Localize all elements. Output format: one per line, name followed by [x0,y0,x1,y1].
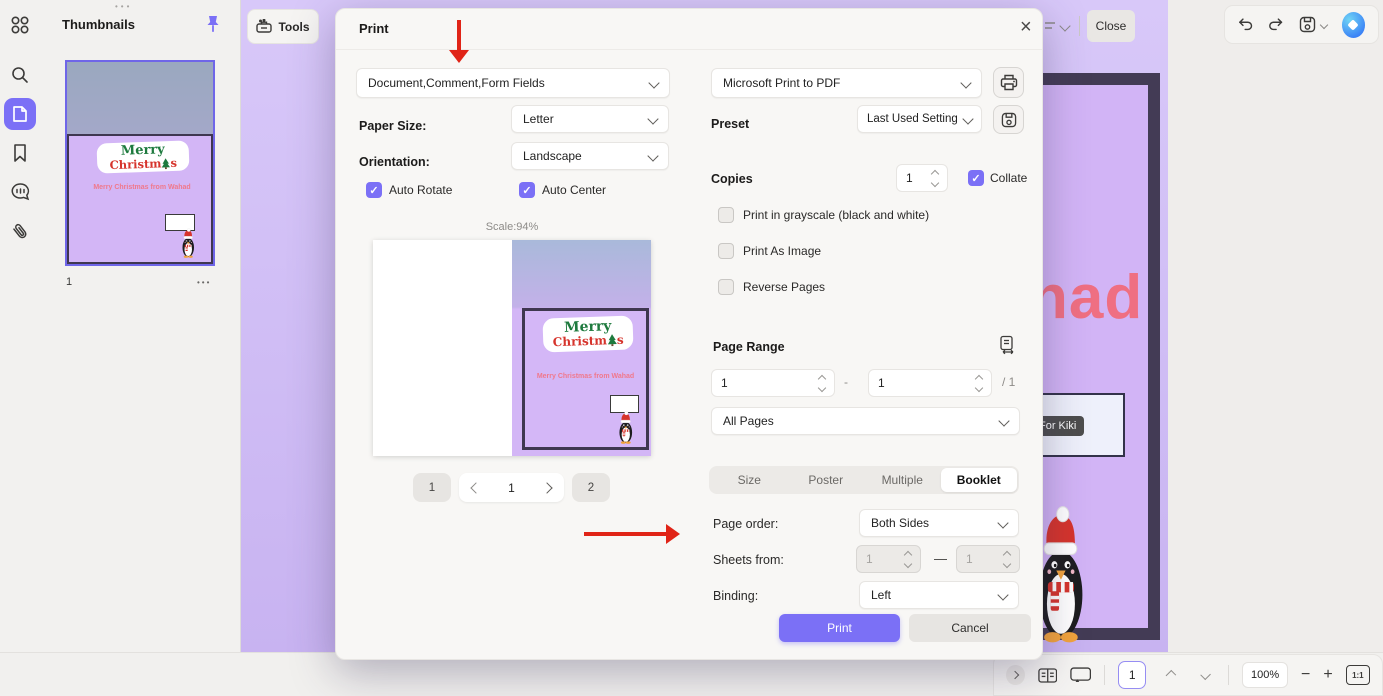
previous-page-icon[interactable] [1165,670,1176,681]
chevron-down-icon [962,113,973,124]
chevron-down-icon [647,150,658,161]
thumbnail-card: Merry Christms Merry Christmas from Waha… [67,134,213,264]
undo-icon[interactable] [1238,17,1253,32]
auto-center-label: Auto Center [542,183,606,197]
search-icon[interactable] [8,63,32,87]
apps-grid-icon[interactable] [8,13,32,37]
reverse-pages-checkbox[interactable] [718,279,734,295]
bottom-right-toolbar: 1 100% − + 1:1 [993,654,1383,696]
thumbnail-greeting: Merry Christmas from Wahad [69,184,215,191]
zoom-level-display[interactable]: 100% [1242,662,1288,688]
annotation-box-page-range [702,329,1041,658]
ai-assistant-icon[interactable] [1342,12,1365,38]
preview-greeting: Merry Christmas from Wahad [525,373,646,380]
pin-icon[interactable] [203,14,223,34]
preview-pager: 1 [459,473,564,502]
app-window: had For Kiki [0,0,1383,696]
thumbnail-penguin [177,228,199,258]
close-view-button[interactable]: Close [1087,10,1135,42]
card-greeting-clipped: had [1030,262,1143,333]
paper-size-label: Paper Size: [359,119,426,133]
preview-card-image: Merry Christms Merry Christmas from Waha… [512,240,651,456]
auto-center-checkbox[interactable]: ✓ [519,182,535,198]
top-right-toolbar [1224,5,1379,44]
copies-label: Copies [711,172,753,186]
page-thumbnails-icon[interactable] [4,98,36,130]
annotation-arrow-right-head [666,524,680,544]
thumbnail-sticker: Merry Christms [97,140,190,173]
presentation-icon[interactable] [1070,666,1091,684]
print-as-image-label: Print As Image [743,244,821,258]
pager-current-page: 1 [508,481,515,495]
reverse-pages-label: Reverse Pages [743,280,825,294]
preview-page-1-button[interactable]: 1 [413,473,451,502]
thumbnails-title: Thumbnails [62,17,135,32]
panel-drag-handle[interactable]: ••• [115,2,132,11]
thumbnail-page-number: 1 [66,276,72,288]
redo-icon[interactable] [1268,17,1283,32]
comments-icon[interactable] [8,180,32,204]
pager-previous-icon[interactable] [470,482,481,493]
partial-toolbar-icon[interactable] [1045,20,1057,32]
page-thumbnail[interactable]: Merry Christms Merry Christmas from Waha… [65,60,215,266]
zoom-in-button[interactable]: + [1323,666,1332,684]
preview-page-2-button[interactable]: 2 [572,473,610,502]
toolbox-icon [256,19,272,34]
bookmark-icon[interactable] [8,141,32,165]
grayscale-checkbox[interactable] [718,207,734,223]
print-preview: Merry Christms Merry Christmas from Waha… [373,240,651,456]
zoom-out-button[interactable]: − [1301,666,1310,684]
save-preset-button[interactable] [993,105,1024,134]
copies-spinner[interactable]: 1 [896,164,948,192]
chevron-down-icon [960,77,971,88]
grayscale-label: Print in grayscale (black and white) [743,208,929,222]
preset-select[interactable]: Last Used Setting [857,105,982,133]
dialog-title: Print [359,21,389,36]
print-as-image-checkbox[interactable] [718,243,734,259]
tools-label: Tools [278,20,309,34]
chevron-down-icon [647,113,658,124]
scale-text: Scale:94% [436,221,588,233]
printer-properties-button[interactable] [993,67,1024,98]
printer-select[interactable]: Microsoft Print to PDF [711,68,982,98]
paper-size-select[interactable]: Letter [511,105,669,133]
save-icon[interactable] [1299,16,1316,33]
spin-up-icon[interactable] [931,169,939,177]
preview-penguin [613,411,638,444]
preview-card: Merry Christms Merry Christmas from Waha… [522,308,649,450]
page-number-input[interactable]: 1 [1118,661,1146,689]
spin-down-icon[interactable] [931,178,939,186]
save-options-chevron-icon[interactable] [1319,20,1327,28]
toolbar-divider [1079,16,1080,36]
thumbnail-more-button[interactable]: ••• [197,278,211,287]
pager-next-icon[interactable] [541,482,552,493]
dialog-close-button[interactable]: × [1014,14,1038,41]
tools-button[interactable]: Tools [247,9,319,44]
orientation-label: Orientation: [359,155,430,169]
annotation-arrow-down-line [457,20,461,51]
auto-rotate-checkbox[interactable]: ✓ [366,182,382,198]
collate-label: Collate [990,171,1027,185]
annotation-box-content-select [345,60,679,102]
reading-mode-icon[interactable] [1038,667,1057,684]
annotation-arrow-right-line [584,532,668,536]
preview-sticker: Merry Christms [542,315,633,352]
attachment-icon[interactable] [8,220,32,244]
collate-checkbox[interactable]: ✓ [968,170,984,186]
ratio-icon[interactable]: 1:1 [1346,665,1370,685]
printer-icon [1000,74,1018,91]
orientation-select[interactable]: Landscape [511,142,669,170]
auto-rotate-label: Auto Rotate [389,183,452,197]
next-page-icon[interactable] [1200,670,1211,681]
expand-panel-button[interactable] [1006,665,1025,685]
save-icon [1001,112,1017,128]
preset-label: Preset [711,117,749,131]
